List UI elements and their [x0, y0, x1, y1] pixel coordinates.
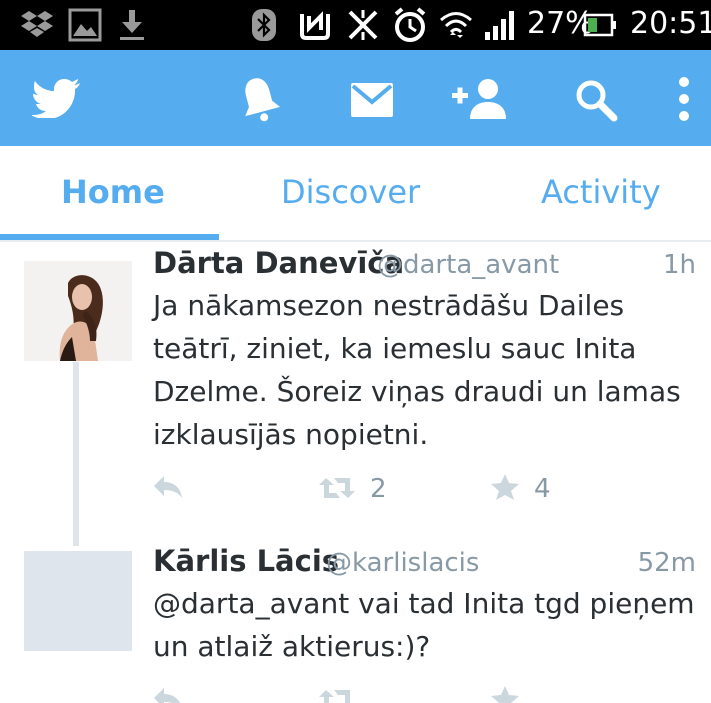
retweet-count: 2 [370, 474, 387, 504]
tweet-text-line: teātrī, ziniet, ka iemeslu sauc Inita [153, 332, 637, 365]
gallery-icon [68, 8, 102, 42]
tweet-author-name[interactable]: Kārlis Lācis [153, 544, 339, 578]
dropbox-icon [21, 11, 53, 37]
tweet-text-line: un atlaiž aktierus:)? [153, 630, 431, 663]
tweet-text-line: izklausījās nopietni. [153, 418, 429, 451]
tab-activity[interactable]: Activity [541, 172, 661, 212]
tab-discover[interactable]: Discover [281, 172, 420, 212]
favorite-star-icon[interactable] [490, 685, 520, 703]
status-bar: 27% 20:51 [0, 0, 711, 50]
conversation-thread-line [73, 362, 79, 546]
avatar[interactable] [24, 551, 132, 651]
active-tab-indicator [0, 234, 219, 240]
tweet-text-line: @darta_avant vai tad Inita tgd pieņem [153, 587, 695, 620]
tweet-author-handle[interactable]: @darta_avant [377, 248, 559, 282]
favorite-count: 4 [534, 474, 551, 504]
tweet-text-line: Ja nākamsezon nestrādāšu Dailes [153, 289, 625, 322]
retweet-icon[interactable] [318, 474, 356, 502]
tweet-author-handle[interactable]: @karlislacis [326, 546, 479, 580]
tweet-text-line: Dzelme. Šoreiz viņas draudi un lamas [153, 375, 681, 408]
app-bar [0, 50, 711, 146]
tab-home[interactable]: Home [61, 172, 165, 212]
tweet-text: Ja nākamsezon nestrādāšu Dailes teātrī, … [153, 284, 698, 456]
notifications-bell-icon[interactable] [238, 74, 280, 122]
clock: 20:51 [630, 6, 711, 41]
nfc-icon [300, 11, 330, 40]
twitter-bird-icon[interactable] [32, 78, 82, 118]
tweet-timestamp: 52m [637, 548, 696, 578]
retweet-icon[interactable] [318, 686, 356, 703]
tweet-timestamp: 1h [662, 250, 696, 280]
messages-envelope-icon[interactable] [350, 82, 394, 118]
add-user-icon[interactable] [450, 78, 510, 120]
wifi-icon [440, 12, 472, 38]
reply-icon[interactable] [152, 686, 184, 703]
avatar[interactable] [24, 261, 132, 361]
alarm-icon [394, 7, 426, 42]
vibrate-off-icon [348, 10, 378, 40]
tweet-text: @darta_avant vai tad Inita tgd pieņem un… [153, 582, 698, 668]
overflow-menu-icon[interactable] [677, 76, 691, 122]
bluetooth-icon [252, 9, 276, 41]
signal-icon [485, 11, 514, 40]
favorite-star-icon[interactable] [490, 473, 520, 501]
tweet-author-name[interactable]: Dārta Danevīča [153, 246, 404, 280]
tab-bar: Home Discover Activity [0, 146, 711, 242]
reply-icon[interactable] [152, 474, 184, 500]
download-icon [120, 10, 144, 40]
search-icon[interactable] [574, 78, 618, 122]
battery-icon [583, 13, 616, 37]
